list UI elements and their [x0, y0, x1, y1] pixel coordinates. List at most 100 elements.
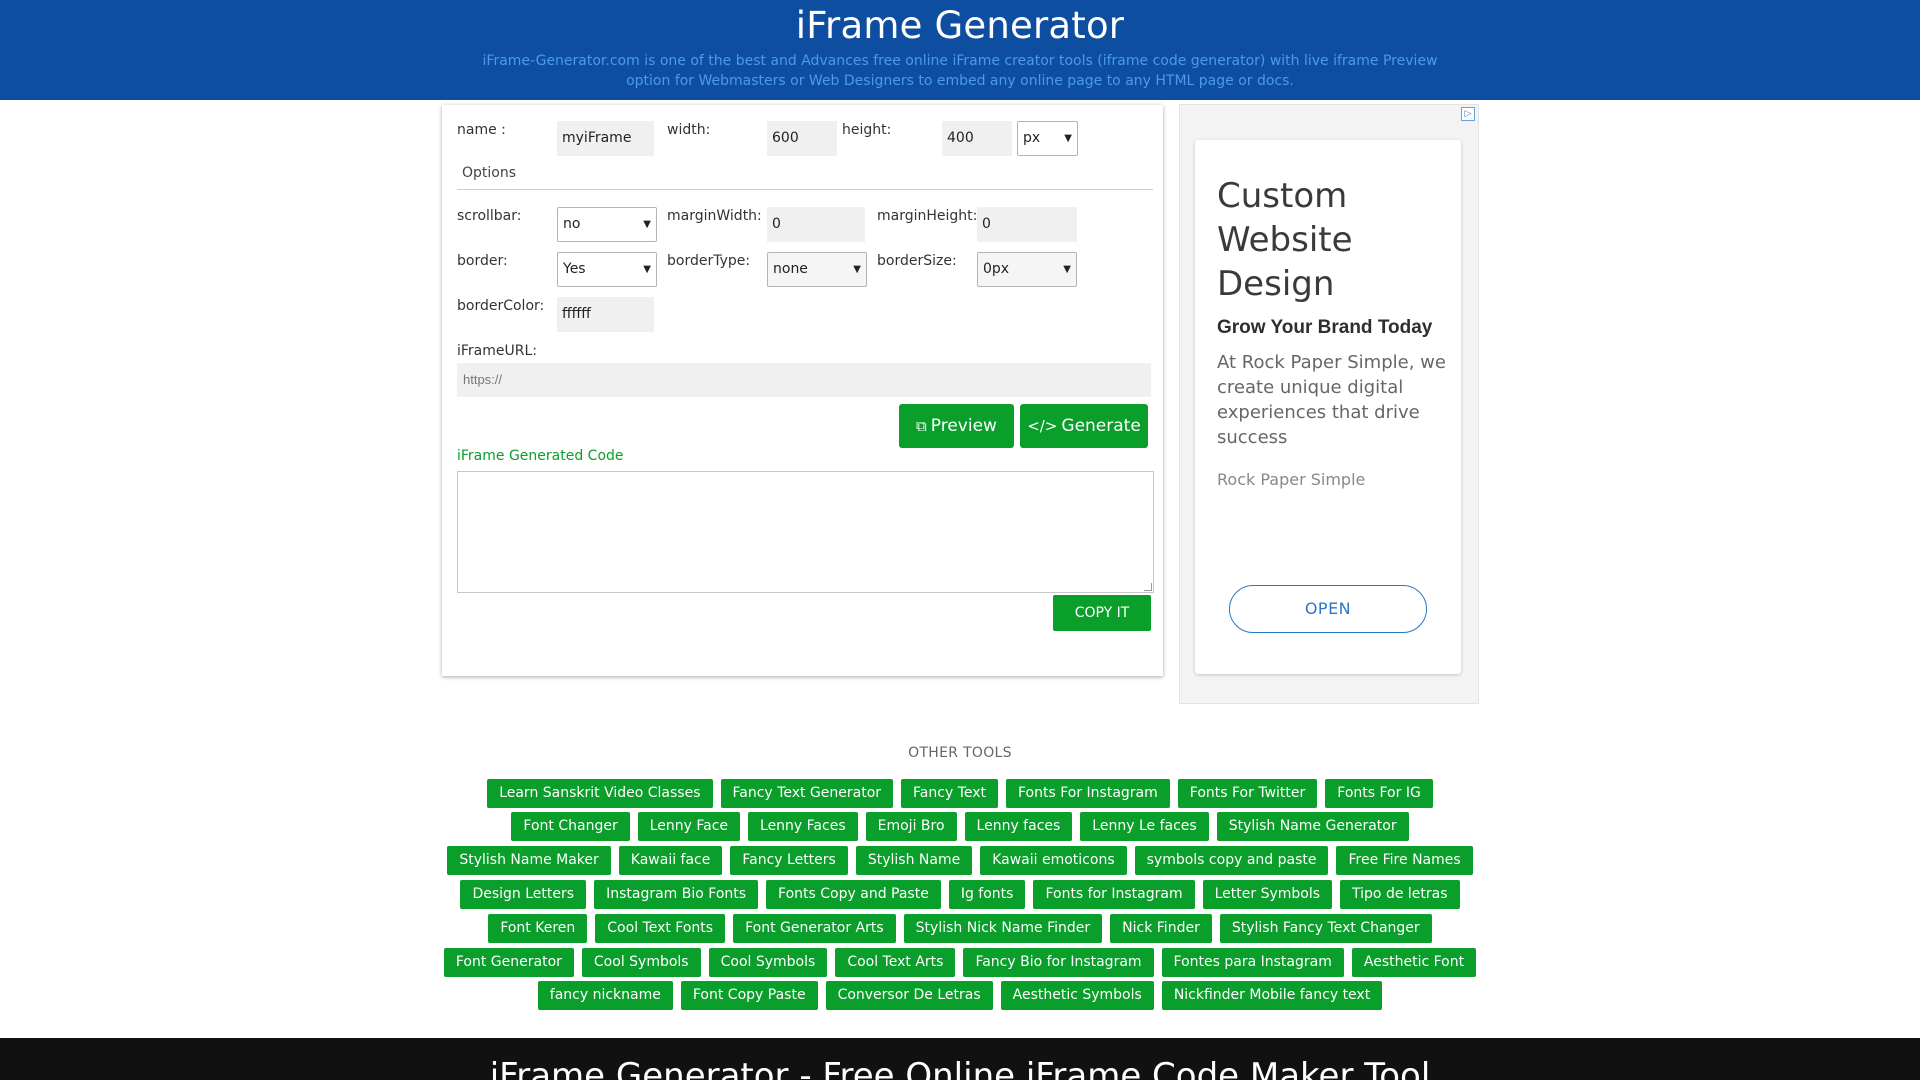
- tool-link[interactable]: Cool Text Arts: [835, 948, 956, 977]
- tool-link[interactable]: Emoji Bro: [865, 812, 957, 841]
- scrollbar-label: scrollbar:: [457, 208, 522, 224]
- tool-link[interactable]: Kawaii face: [618, 846, 723, 875]
- tools-row: Font Keren Cool Text Fonts Font Generato…: [0, 914, 1920, 943]
- chevron-down-icon: ▼: [1064, 133, 1072, 144]
- tools-row: Stylish Name Maker Kawaii face Fancy Let…: [0, 846, 1920, 875]
- tool-link[interactable]: Fancy Bio for Instagram: [963, 948, 1154, 977]
- bordertype-select[interactable]: none ▼: [767, 252, 867, 287]
- tool-link[interactable]: Lenny faces: [964, 812, 1073, 841]
- page-header: iFrame Generator iFrame-Generator.com is…: [0, 0, 1920, 100]
- tool-link[interactable]: fancy nickname: [537, 981, 673, 1010]
- marginheight-label: marginHeight:: [877, 208, 978, 224]
- tool-link[interactable]: Stylish Name: [855, 846, 973, 875]
- footer-bar: iFrame Generator - Free Online iFrame Co…: [0, 1038, 1920, 1080]
- iframe-url-input[interactable]: https://: [457, 363, 1151, 397]
- width-label: width:: [667, 122, 711, 138]
- ad-container: ▷ Custom Website Design Grow Your Brand …: [1179, 104, 1479, 704]
- tools-row: Font Generator Cool Symbols Cool Symbols…: [0, 948, 1920, 977]
- bordercolor-input[interactable]: ffffff: [557, 297, 654, 332]
- tool-link[interactable]: Font Generator: [443, 948, 574, 977]
- tool-link[interactable]: Cool Symbols: [581, 948, 701, 977]
- tool-link[interactable]: Fancy Text Generator: [720, 779, 894, 808]
- iframe-form-card: name : myiFrame width: 600 height: 400 p…: [442, 105, 1163, 676]
- tool-link[interactable]: Cool Text Fonts: [595, 914, 726, 943]
- tool-link[interactable]: Conversor De Letras: [825, 981, 993, 1010]
- tools-row: Learn Sanskrit Video Classes Fancy Text …: [0, 779, 1920, 808]
- generate-button[interactable]: </> Generate: [1020, 404, 1148, 448]
- tool-link[interactable]: Fonts For Instagram: [1006, 779, 1170, 808]
- tool-link[interactable]: symbols copy and paste: [1134, 846, 1329, 875]
- tool-link[interactable]: Tipo de letras: [1340, 880, 1460, 909]
- tools-row: Design Letters Instagram Bio Fonts Fonts…: [0, 880, 1920, 909]
- border-select[interactable]: Yes ▼: [557, 252, 657, 287]
- tool-link[interactable]: Lenny Faces: [748, 812, 858, 841]
- tool-link[interactable]: Stylish Name Maker: [447, 846, 611, 875]
- tool-link[interactable]: Design Letters: [460, 880, 587, 909]
- tool-link[interactable]: Fonts for Instagram: [1033, 880, 1195, 909]
- chevron-down-icon: ▼: [643, 264, 651, 275]
- adchoices-icon[interactable]: ▷: [1461, 107, 1475, 121]
- other-tools-title: OTHER TOOLS: [908, 745, 1012, 761]
- tool-link[interactable]: Font Keren: [488, 914, 588, 943]
- resize-handle-icon[interactable]: [1144, 583, 1152, 591]
- height-label: height:: [842, 122, 892, 138]
- tool-link[interactable]: Fonts For IG: [1325, 779, 1433, 808]
- border-select-value: Yes: [563, 261, 586, 277]
- generated-code-label: iFrame Generated Code: [457, 448, 624, 464]
- code-icon: </>: [1027, 417, 1058, 435]
- ad-subheadline: Grow Your Brand Today: [1217, 317, 1433, 338]
- ad-card[interactable]: Custom Website Design Grow Your Brand To…: [1195, 140, 1461, 674]
- tool-link[interactable]: Fancy Text: [901, 779, 998, 808]
- tool-link[interactable]: Stylish Name Generator: [1216, 812, 1409, 841]
- tool-link[interactable]: Aesthetic Font: [1351, 948, 1477, 977]
- tools-row: Font Changer Lenny Face Lenny Faces Emoj…: [0, 812, 1920, 841]
- tool-link[interactable]: Fonts Copy and Paste: [766, 880, 941, 909]
- tool-link[interactable]: Cool Symbols: [708, 948, 828, 977]
- bordertype-label: borderType:: [667, 253, 751, 269]
- tool-link[interactable]: Font Changer: [511, 812, 630, 841]
- copy-button[interactable]: COPY IT: [1053, 595, 1151, 631]
- name-input[interactable]: myiFrame: [557, 121, 654, 156]
- ad-brand: Rock Paper Simple: [1217, 470, 1366, 489]
- bordersize-select[interactable]: 0px ▼: [977, 252, 1077, 287]
- ad-open-button[interactable]: OPEN: [1229, 585, 1427, 633]
- unit-select-value: px: [1023, 130, 1041, 146]
- tools-row: fancy nickname Font Copy Paste Conversor…: [0, 981, 1920, 1010]
- footer-title: iFrame Generator - Free Online iFrame Co…: [489, 1056, 1431, 1080]
- chevron-down-icon: ▼: [643, 219, 651, 230]
- tool-link[interactable]: Font Copy Paste: [680, 981, 818, 1010]
- tool-link[interactable]: Ig fonts: [948, 880, 1026, 909]
- generate-button-label: Generate: [1061, 416, 1141, 436]
- options-label: Options: [462, 165, 517, 181]
- tool-link[interactable]: Nick Finder: [1110, 914, 1212, 943]
- marginheight-input[interactable]: 0: [977, 207, 1077, 242]
- tool-link[interactable]: Instagram Bio Fonts: [594, 880, 759, 909]
- border-label: border:: [457, 253, 508, 269]
- scrollbar-select[interactable]: no ▼: [557, 207, 657, 242]
- iframe-url-label: iFrameURL:: [457, 343, 538, 359]
- tool-link[interactable]: Letter Symbols: [1202, 880, 1333, 909]
- tool-link[interactable]: Learn Sanskrit Video Classes: [487, 779, 713, 808]
- tool-link[interactable]: Fancy Letters: [730, 846, 848, 875]
- tool-link[interactable]: Aesthetic Symbols: [1000, 981, 1154, 1010]
- width-input[interactable]: 600: [767, 121, 837, 156]
- tool-link[interactable]: Font Generator Arts: [733, 914, 896, 943]
- marginwidth-input[interactable]: 0: [767, 207, 865, 242]
- tool-link[interactable]: Free Fire Names: [1336, 846, 1473, 875]
- generated-code-textarea[interactable]: [457, 471, 1154, 593]
- preview-button[interactable]: ⧉ Preview: [899, 404, 1014, 448]
- tool-link[interactable]: Lenny Face: [637, 812, 741, 841]
- height-input[interactable]: 400: [942, 121, 1012, 156]
- tool-link[interactable]: Lenny Le faces: [1080, 812, 1209, 841]
- tool-link[interactable]: Fonts For Twitter: [1177, 779, 1318, 808]
- tool-link[interactable]: Stylish Nick Name Finder: [903, 914, 1103, 943]
- bordersize-label: borderSize:: [877, 253, 957, 269]
- ad-headline[interactable]: Custom Website Design: [1217, 174, 1447, 306]
- tool-link[interactable]: Stylish Fancy Text Changer: [1219, 914, 1432, 943]
- external-link-icon: ⧉: [916, 417, 927, 435]
- tool-link[interactable]: Fontes para Instagram: [1161, 948, 1344, 977]
- unit-select[interactable]: px ▼: [1017, 121, 1078, 156]
- tool-link[interactable]: Kawaii emoticons: [980, 846, 1127, 875]
- tool-link[interactable]: Nickfinder Mobile fancy text: [1161, 981, 1383, 1010]
- scrollbar-select-value: no: [563, 216, 581, 232]
